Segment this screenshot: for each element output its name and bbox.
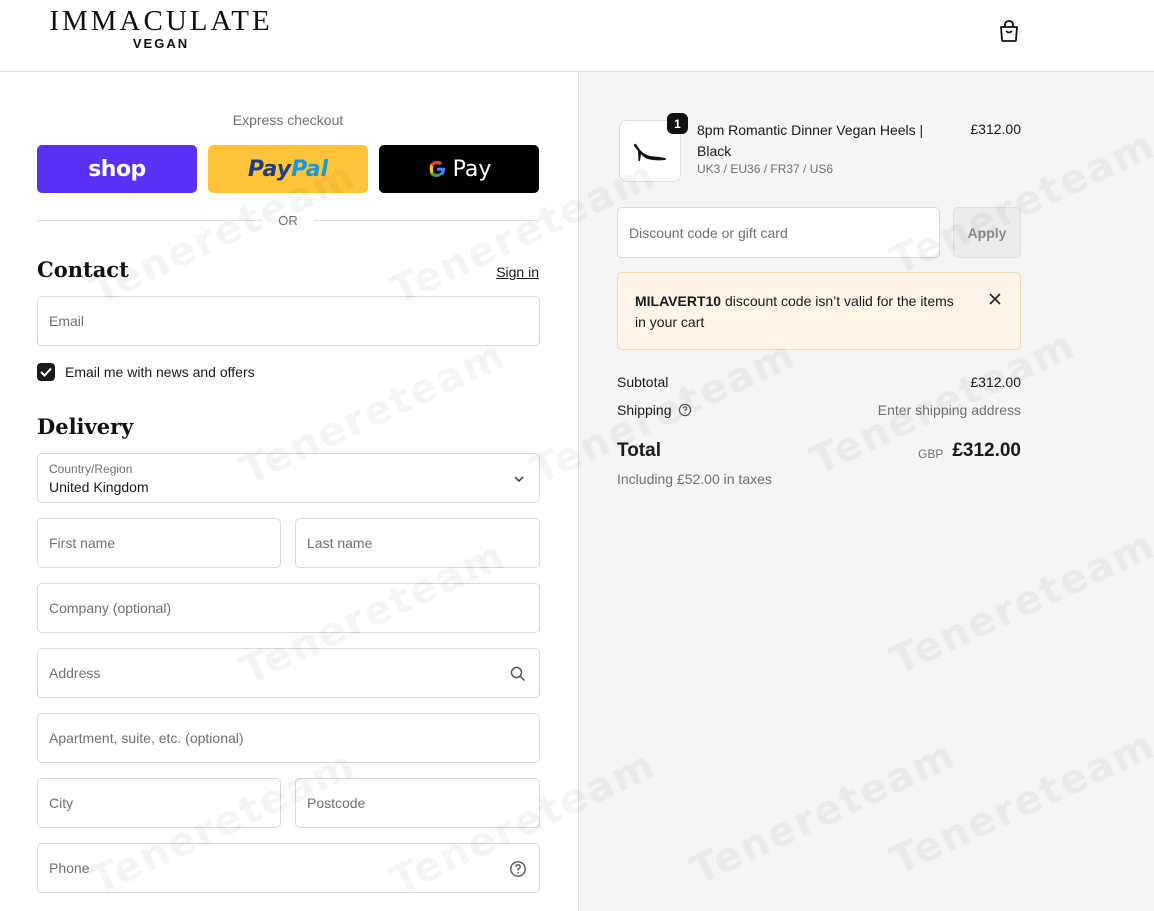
product-name: 8pm Romantic Dinner Vegan Heels | Black — [697, 122, 924, 159]
city-input[interactable] — [38, 779, 280, 827]
subtotal-label: Subtotal — [617, 374, 669, 390]
close-icon[interactable] — [988, 292, 1002, 306]
site-header: IMMACULATE VEGAN — [0, 0, 1154, 72]
company-input[interactable] — [38, 584, 539, 632]
country-select[interactable]: Country/Region United Kingdom — [37, 453, 540, 503]
order-summary-panel — [578, 72, 1154, 911]
help-circle-icon[interactable] — [678, 403, 692, 417]
quantity-badge: 1 — [667, 113, 688, 134]
newsletter-label: Email me with news and offers — [65, 364, 255, 380]
email-field[interactable] — [37, 296, 540, 346]
search-icon[interactable] — [509, 665, 527, 683]
city-field[interactable] — [37, 778, 281, 828]
google-g-icon — [429, 161, 445, 177]
sign-in-link[interactable]: Sign in — [480, 264, 539, 280]
first-name-field[interactable] — [37, 518, 281, 568]
apartment-field[interactable] — [37, 713, 540, 763]
heel-shoe-image — [634, 143, 666, 161]
email-input[interactable] — [38, 297, 539, 345]
tax-note: Including £52.00 in taxes — [617, 471, 772, 487]
shop-pay-button[interactable]: shop — [37, 145, 197, 193]
total-label: Total — [617, 440, 661, 461]
discount-error-banner: MILAVERT10 discount code isn’t valid for… — [617, 272, 1021, 350]
phone-input[interactable] — [38, 844, 539, 892]
shipping-label: Shipping — [617, 402, 672, 418]
contact-title: Contact — [37, 257, 129, 282]
postcode-field[interactable] — [295, 778, 540, 828]
first-name-input[interactable] — [38, 519, 280, 567]
google-pay-button[interactable]: Pay — [379, 145, 539, 193]
or-divider: OR — [37, 212, 539, 230]
product-variant: UK3 / EU36 / FR37 / US6 — [697, 162, 834, 176]
paypal-button[interactable]: PayPal — [208, 145, 368, 193]
brand-logo[interactable]: IMMACULATE VEGAN — [36, 6, 286, 52]
postcode-input[interactable] — [296, 779, 539, 827]
brand-sub: VEGAN — [132, 36, 190, 51]
paypal-label: PayPal — [247, 156, 329, 182]
apply-button[interactable]: Apply — [953, 207, 1021, 258]
express-checkout-title: Express checkout — [232, 112, 344, 128]
apartment-input[interactable] — [38, 714, 539, 762]
chevron-down-icon — [514, 476, 524, 483]
discount-field[interactable] — [617, 207, 940, 258]
brand-name: IMMACULATE — [49, 5, 273, 37]
shop-pay-label: shop — [88, 156, 146, 182]
phone-field[interactable] — [37, 843, 540, 893]
checkmark-icon — [40, 367, 52, 377]
total-currency: GBP — [918, 447, 944, 461]
discount-error-code: MILAVERT10 — [635, 293, 722, 309]
shipping-value: Enter shipping address — [877, 402, 1021, 418]
shopping-bag-icon[interactable] — [998, 19, 1020, 43]
help-circle-icon[interactable] — [509, 860, 527, 878]
product-price: £312.00 — [970, 121, 1021, 137]
address-field[interactable] — [37, 648, 540, 698]
last-name-field[interactable] — [295, 518, 540, 568]
company-field[interactable] — [37, 583, 540, 633]
total-amount: £312.00 — [952, 440, 1021, 461]
country-label: Country/Region — [49, 462, 133, 476]
discount-input[interactable] — [618, 208, 939, 257]
delivery-title: Delivery — [37, 414, 134, 439]
discount-error-text: MILAVERT10 discount code isn’t valid for… — [635, 291, 955, 333]
subtotal-value: £312.00 — [970, 374, 1021, 390]
newsletter-checkbox-row[interactable]: Email me with news and offers — [37, 362, 255, 382]
newsletter-checkbox[interactable] — [37, 363, 55, 381]
country-value: United Kingdom — [49, 479, 149, 495]
last-name-input[interactable] — [296, 519, 539, 567]
google-pay-label: Pay — [452, 156, 492, 182]
address-input[interactable] — [38, 649, 539, 697]
